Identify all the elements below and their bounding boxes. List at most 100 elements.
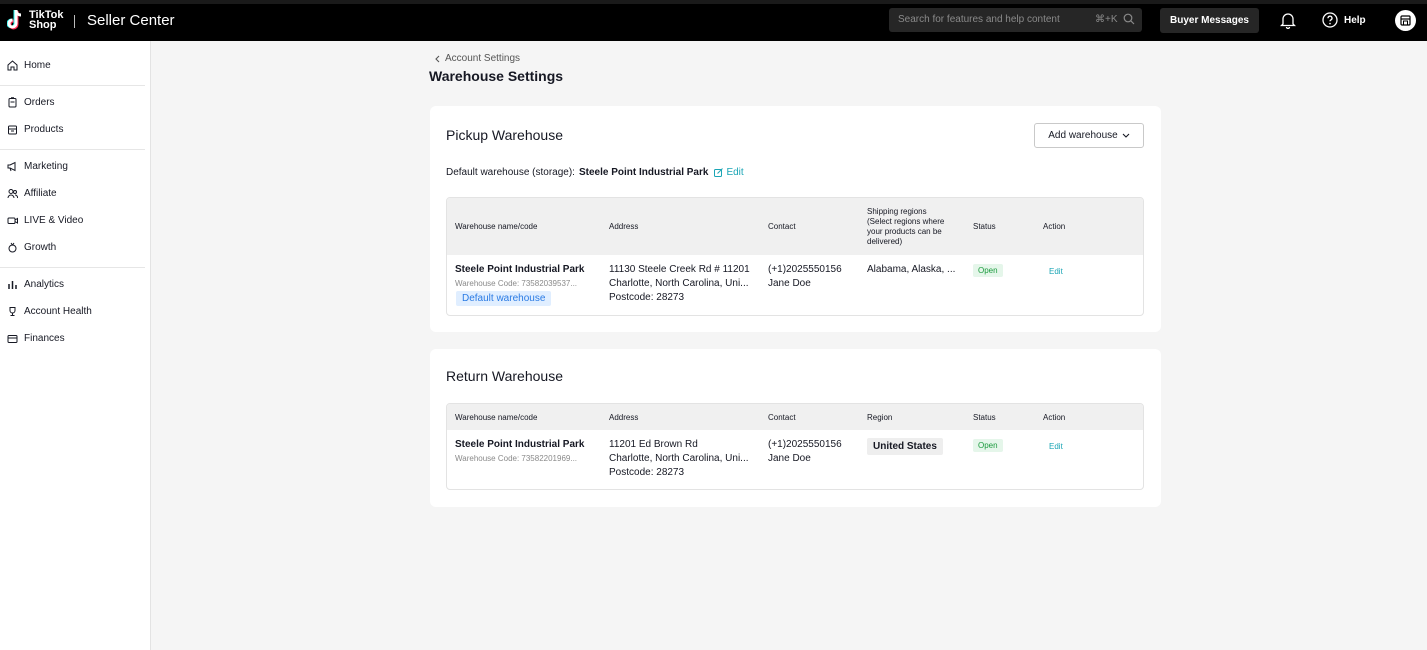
shipping-regions-line-1: Shipping regions [867,207,927,216]
address-postcode: Postcode: 28273 [609,467,685,478]
column-header-name: Warehouse name/code [455,222,538,231]
column-header-contact: Contact [768,222,796,231]
contact-name: Jane Doe [768,278,811,289]
sidebar-item-live-video[interactable]: LIVE & Video [7,215,83,226]
column-header-status: Status [973,413,996,422]
edit-warehouse-link[interactable]: Edit [1049,267,1063,276]
status-badge: Open [973,439,1003,452]
app-title: Seller Center [87,12,175,29]
shipping-regions-value: Alabama, Alaska, ... [867,264,956,275]
people-icon [7,189,18,199]
sidebar-item-products[interactable]: Products [7,124,63,135]
warehouse-name: Steele Point Industrial Park [455,264,585,275]
bell-icon[interactable] [1280,12,1296,29]
tiktok-logo-icon [7,9,22,30]
sidebar-item-growth[interactable]: Growth [7,242,56,253]
column-header-address: Address [609,222,639,231]
return-warehouse-table: Warehouse name/code Address Contact Regi… [446,403,1144,490]
contact-phone: (+1)2025550156 [768,264,842,275]
tiktok-shop-logo[interactable]: TikTok Shop [7,9,63,31]
column-header-status: Status [973,222,996,231]
trophy-icon [9,307,16,316]
address-postcode: Postcode: 28273 [609,292,685,303]
help-icon [1322,12,1338,28]
pickup-warehouse-table: Warehouse name/code Address Contact Ship… [446,197,1144,316]
edit-icon [714,168,724,177]
shipping-regions-line-4: delivered) [867,237,903,246]
default-warehouse-line: Default warehouse (storage): Steele Poin… [446,167,744,178]
sidebar-item-label: Marketing [24,161,68,172]
column-header-contact: Contact [768,413,796,422]
shipping-regions-line-2: (Select regions where [867,217,945,226]
sidebar-item-label: Account Health [24,306,92,317]
return-warehouse-title: Return Warehouse [446,368,563,384]
edit-label: Edit [726,167,744,178]
logo-line-2: Shop [29,19,57,31]
sidebar-item-account-health[interactable]: Account Health [7,306,92,317]
contact-name: Jane Doe [768,453,811,464]
search-input[interactable]: Search for features and help content ⌘+K [889,8,1142,32]
column-header-region: Region [867,413,893,422]
top-bar: TikTok Shop Seller Center Search for fea… [0,0,1427,41]
buyer-messages-button[interactable]: Buyer Messages [1160,8,1259,33]
sidebar-item-label: Home [24,60,51,71]
sidebar-item-label: Analytics [24,279,65,290]
home-icon [7,60,18,71]
sidebar-divider [0,267,145,268]
sidebar-item-finances[interactable]: Finances [7,333,65,344]
sidebar-item-label: Finances [24,333,65,344]
help-label: Help [1344,14,1366,26]
products-icon [8,125,17,135]
search-placeholder: Search for features and help content [898,14,1060,25]
status-badge: Open [973,264,1003,277]
help-button[interactable]: Help [1322,12,1366,28]
table-header: Warehouse name/code Address Contact Regi… [447,404,1143,430]
table-header: Warehouse name/code Address Contact Ship… [447,198,1143,255]
megaphone-icon [7,161,16,172]
region-badge: United States [867,438,943,455]
pickup-warehouse-card: Pickup Warehouse Add warehouse Default w… [430,106,1161,332]
return-warehouse-card: Return Warehouse Warehouse name/code Add… [430,349,1161,507]
sidebar-item-label: Orders [24,97,55,108]
header-divider [74,15,75,28]
sidebar-item-label: Products [24,124,64,135]
warehouse-code: Warehouse Code: 73582201969... [455,454,578,463]
search-shortcut: ⌘+K [1095,14,1118,25]
breadcrumb-label: Account Settings [445,53,521,64]
store-icon [1400,15,1411,26]
search-icon [1123,13,1135,25]
address-line-2: Charlotte, North Carolina, Uni... [609,278,749,289]
default-warehouse-name: Steele Point Industrial Park [578,167,709,178]
avatar[interactable] [1395,10,1416,31]
sidebar-item-orders[interactable]: Orders [7,97,55,108]
sidebar: Home Orders Products Marketing Affiliate… [0,41,151,650]
address-line-1: 11130 Steele Creek Rd # 11201 [609,264,750,275]
default-warehouse-badge: Default warehouse [456,291,552,306]
video-icon [7,217,18,224]
sidebar-item-label: Affiliate [24,188,57,199]
page-title: Warehouse Settings [429,68,564,84]
column-header-shipping-regions: Shipping regions (Select regions where y… [867,207,944,247]
default-warehouse-label: Default warehouse (storage): [446,167,575,178]
wallet-icon [7,335,18,343]
sidebar-item-home[interactable]: Home [7,60,51,71]
address-line-1: 11201 Ed Brown Rd [609,439,698,450]
column-header-name: Warehouse name/code [455,413,538,422]
sidebar-item-affiliate[interactable]: Affiliate [7,188,57,199]
add-warehouse-label: Add warehouse [1048,130,1118,141]
sidebar-item-marketing[interactable]: Marketing [7,161,68,172]
edit-warehouse-link[interactable]: Edit [1049,442,1063,451]
chevron-down-icon [1122,133,1130,138]
column-header-action: Action [1043,413,1066,422]
column-header-action: Action [1043,222,1066,231]
address-line-2: Charlotte, North Carolina, Uni... [609,453,749,464]
edit-default-warehouse-link[interactable]: Edit [714,167,744,178]
sidebar-divider [0,85,145,86]
breadcrumb[interactable]: Account Settings [435,53,520,64]
add-warehouse-button[interactable]: Add warehouse [1034,123,1144,148]
column-header-address: Address [609,413,639,422]
sidebar-item-analytics[interactable]: Analytics [7,279,64,290]
sidebar-item-label: Growth [24,242,57,253]
warehouse-name: Steele Point Industrial Park [455,439,585,450]
sidebar-item-label: LIVE & Video [24,215,84,226]
